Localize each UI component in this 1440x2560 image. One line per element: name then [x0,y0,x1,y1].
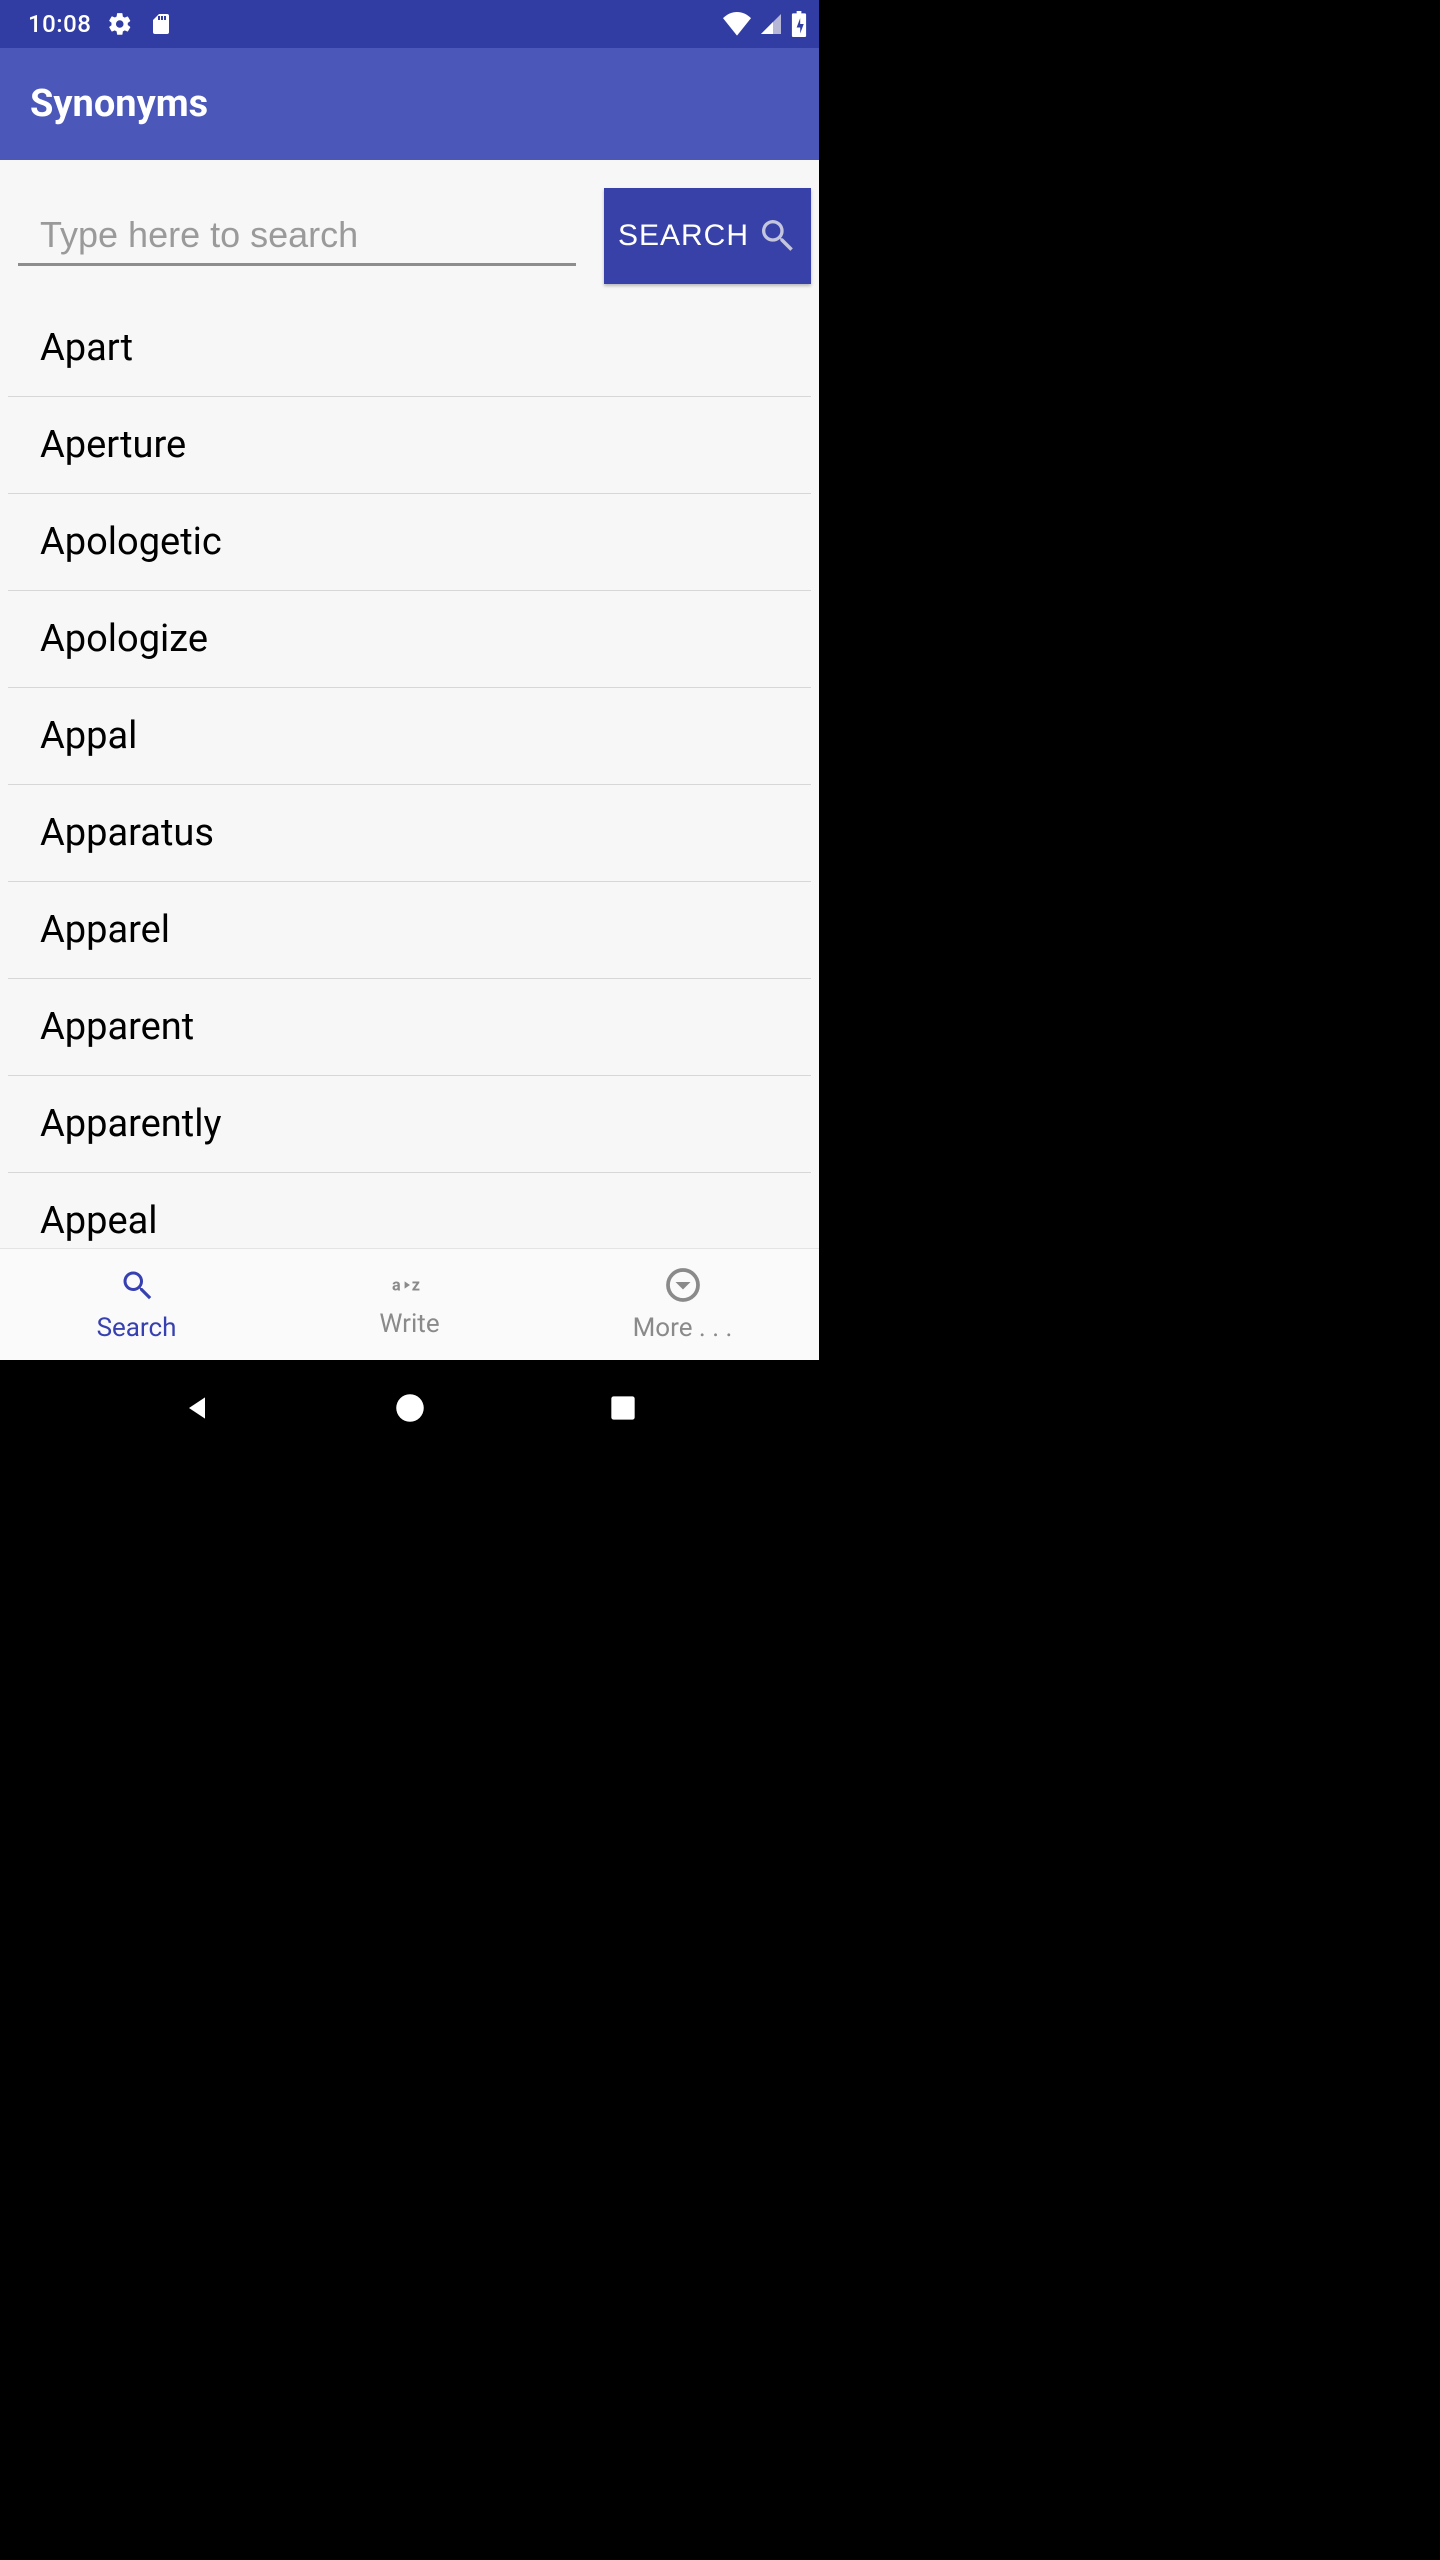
app-bar: Synonyms [0,48,819,160]
recent-apps-button[interactable] [601,1386,645,1430]
back-button[interactable] [175,1386,219,1430]
search-icon [119,1267,155,1307]
list-item[interactable]: Apologetic [8,494,811,591]
search-input-wrap [18,206,576,266]
list-item[interactable]: Apart [8,304,811,397]
bottom-nav: Search az Write More . . . [0,1248,819,1360]
list-item[interactable]: Apparent [8,979,811,1076]
cell-signal-icon [759,12,783,36]
app-title: Synonyms [30,82,208,126]
svg-text:z: z [411,1275,419,1294]
nav-label: More . . . [633,1313,733,1343]
svg-text:a: a [392,1275,401,1294]
system-nav-bar [0,1360,819,1456]
a-to-z-icon: az [392,1271,428,1303]
nav-search[interactable]: Search [0,1249,273,1360]
status-time: 10:08 [12,10,91,38]
list-item[interactable]: Appeal [8,1173,811,1248]
search-button-label: SEARCH [618,219,749,253]
home-button[interactable] [388,1386,432,1430]
nav-label: Search [97,1313,177,1343]
device-frame: 10:08 Synonyms [0,0,819,1456]
gear-icon [107,11,133,37]
search-icon [757,215,797,258]
list-item[interactable]: Apparel [8,882,811,979]
word-list: Apart Aperture Apologetic Apologize Appa… [0,304,819,1248]
status-left: 10:08 [12,10,173,38]
sd-card-icon [149,12,173,36]
nav-label: Write [379,1309,439,1339]
nav-more[interactable]: More . . . [546,1249,819,1360]
search-row: SEARCH [0,160,819,304]
nav-write[interactable]: az Write [273,1249,546,1360]
battery-charging-icon [791,11,807,37]
list-item[interactable]: Apparatus [8,785,811,882]
wifi-icon [723,12,751,36]
status-right [723,11,807,37]
search-input[interactable] [18,206,576,266]
input-underline [18,263,576,266]
list-item[interactable]: Apologize [8,591,811,688]
list-item[interactable]: Apparently [8,1076,811,1173]
content-area: SEARCH Apart Aperture Apologetic Apologi… [0,160,819,1248]
more-circle-icon [665,1267,701,1307]
list-item[interactable]: Appal [8,688,811,785]
search-button[interactable]: SEARCH [604,188,811,284]
status-bar: 10:08 [0,0,819,48]
list-item[interactable]: Aperture [8,397,811,494]
